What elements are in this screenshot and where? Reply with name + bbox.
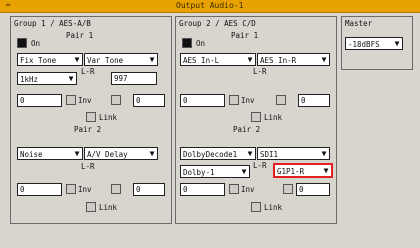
group-1-pair-2-left-level-field[interactable]: 0 xyxy=(17,183,62,196)
group-1-pair-1-left-level-field[interactable]: 0 xyxy=(17,94,62,107)
chevron-down-icon: ▼ xyxy=(320,55,328,64)
chevron-down-icon: ▼ xyxy=(148,149,156,158)
group-2-pair-1-right-invert-checkbox[interactable] xyxy=(276,95,286,105)
group-2-pair-1-left-level-field[interactable]: 0 xyxy=(180,94,225,107)
group-1-frequency-dropdown[interactable]: 1kHz ▼ xyxy=(17,72,77,85)
master-panel: Master -18dBFS ▼ xyxy=(341,16,413,70)
group-2-dolby-program-dropdown[interactable]: Dolby-1 ▼ xyxy=(180,165,250,178)
window-title: Output Audio-1 xyxy=(176,1,244,10)
group-1-pair-1-left-invert-checkbox[interactable] xyxy=(66,95,76,105)
chevron-down-icon: ▼ xyxy=(67,74,75,83)
output-audio-window: ═ Output Audio-1 Group 1 / AES-A/B On Pa… xyxy=(0,0,420,248)
group-1-pair-2-title: Pair 2 xyxy=(74,125,102,134)
group-2-channel-dropdown[interactable]: G1P1-R ▼ xyxy=(273,163,333,178)
group-1-pair-2-left-invert-checkbox[interactable] xyxy=(66,184,76,194)
chevron-down-icon: ▼ xyxy=(73,55,81,64)
group-1-on-label: On xyxy=(31,39,41,48)
group-1-pair-1-inv-label: Inv xyxy=(78,96,92,105)
master-level-dropdown[interactable]: -18dBFS ▼ xyxy=(345,37,403,50)
group-2-pair-1-right-source-dropdown[interactable]: AES In-R ▼ xyxy=(257,53,330,66)
group-2-pair-1-lr-label: L-R xyxy=(253,67,267,76)
group-2-panel: Group 2 / AES C/D On Pair 1 AES In-L ▼ AE… xyxy=(175,16,337,224)
chevron-down-icon: ▼ xyxy=(240,167,248,176)
group-2-pair-2-title: Pair 2 xyxy=(233,125,261,134)
group-1-pair-2-right-invert-checkbox[interactable] xyxy=(111,184,121,194)
group-2-pair-2-left-invert-checkbox[interactable] xyxy=(229,184,239,194)
group-2-pair-1-link-checkbox[interactable] xyxy=(251,112,261,122)
chevron-down-icon: ▼ xyxy=(246,149,254,158)
group-2-pair-2-right-level-field[interactable]: 0 xyxy=(296,183,330,196)
group-2-pair-2-right-invert-checkbox[interactable] xyxy=(283,184,293,194)
group-1-pair-1-title: Pair 1 xyxy=(66,31,94,40)
group-1-pair-2-link-label: Link xyxy=(99,203,118,212)
group-2-pair-1-left-invert-checkbox[interactable] xyxy=(229,95,239,105)
group-2-pair-2-left-level-field[interactable]: 0 xyxy=(180,183,225,196)
group-2-pair-1-link-label: Link xyxy=(264,113,283,122)
group-1-pair-2-right-level-field[interactable]: 0 xyxy=(133,183,165,196)
chevron-down-icon: ▼ xyxy=(246,55,254,64)
group-2-pair-1-left-source-dropdown[interactable]: AES In-L ▼ xyxy=(180,53,256,66)
group-2-pair-1-title: Pair 1 xyxy=(231,31,259,40)
group-1-pair-1-link-label: Link xyxy=(99,113,118,122)
group-2-pair-2-left-source-dropdown[interactable]: DolbyDecode1 ▼ xyxy=(180,147,256,160)
window-menu-icon[interactable]: ═ xyxy=(6,2,18,9)
group-1-panel: Group 1 / AES-A/B On Pair 1 Fix Tone ▼ Va… xyxy=(10,16,172,224)
group-1-pair-1-right-level-field[interactable]: 0 xyxy=(133,94,165,107)
group-1-pair-1-right-source-dropdown[interactable]: Var Tone ▼ xyxy=(84,53,158,66)
group-1-pair-2-link-checkbox[interactable] xyxy=(86,202,96,212)
group-2-pair-2-link-label: Link xyxy=(264,203,283,212)
title-bar: ═ Output Audio-1 xyxy=(0,0,420,13)
group-1-pair-1-link-checkbox[interactable] xyxy=(86,112,96,122)
group-1-var-tone-value-field[interactable]: 997 xyxy=(111,72,157,85)
group-2-pair-2-link-checkbox[interactable] xyxy=(251,202,261,212)
group-1-pair-2-right-source-dropdown[interactable]: A/V Delay ▼ xyxy=(84,147,158,160)
group-1-pair-2-left-source-dropdown[interactable]: Noise ▼ xyxy=(17,147,83,160)
chevron-down-icon: ▼ xyxy=(148,55,156,64)
chevron-down-icon: ▼ xyxy=(322,166,330,175)
group-2-pair-2-lr-label: L-R xyxy=(253,161,267,170)
group-1-pair-1-lr-label: L-R xyxy=(81,67,95,76)
group-2-pair-1-inv-label: Inv xyxy=(241,96,255,105)
group-2-pair-2-inv-label: Inv xyxy=(241,185,255,194)
group-2-title: Group 2 / AES C/D xyxy=(179,19,256,28)
chevron-down-icon: ▼ xyxy=(320,149,328,158)
group-2-on-label: On xyxy=(196,39,206,48)
group-1-title: Group 1 / AES-A/B xyxy=(14,19,91,28)
chevron-down-icon: ▼ xyxy=(393,39,401,48)
group-1-pair-1-right-invert-checkbox[interactable] xyxy=(111,95,121,105)
group-1-pair-2-lr-label: L-R xyxy=(81,162,95,171)
group-1-on-checkbox[interactable] xyxy=(17,38,27,48)
group-2-on-checkbox[interactable] xyxy=(182,38,192,48)
master-title: Master xyxy=(345,19,373,28)
chevron-down-icon: ▼ xyxy=(73,149,81,158)
group-2-pair-2-right-source-dropdown[interactable]: SDI1 ▼ xyxy=(257,147,330,160)
group-1-pair-1-left-source-dropdown[interactable]: Fix Tone ▼ xyxy=(17,53,83,66)
group-1-pair-2-inv-label: Inv xyxy=(78,185,92,194)
group-2-pair-1-right-level-field[interactable]: 0 xyxy=(298,94,330,107)
